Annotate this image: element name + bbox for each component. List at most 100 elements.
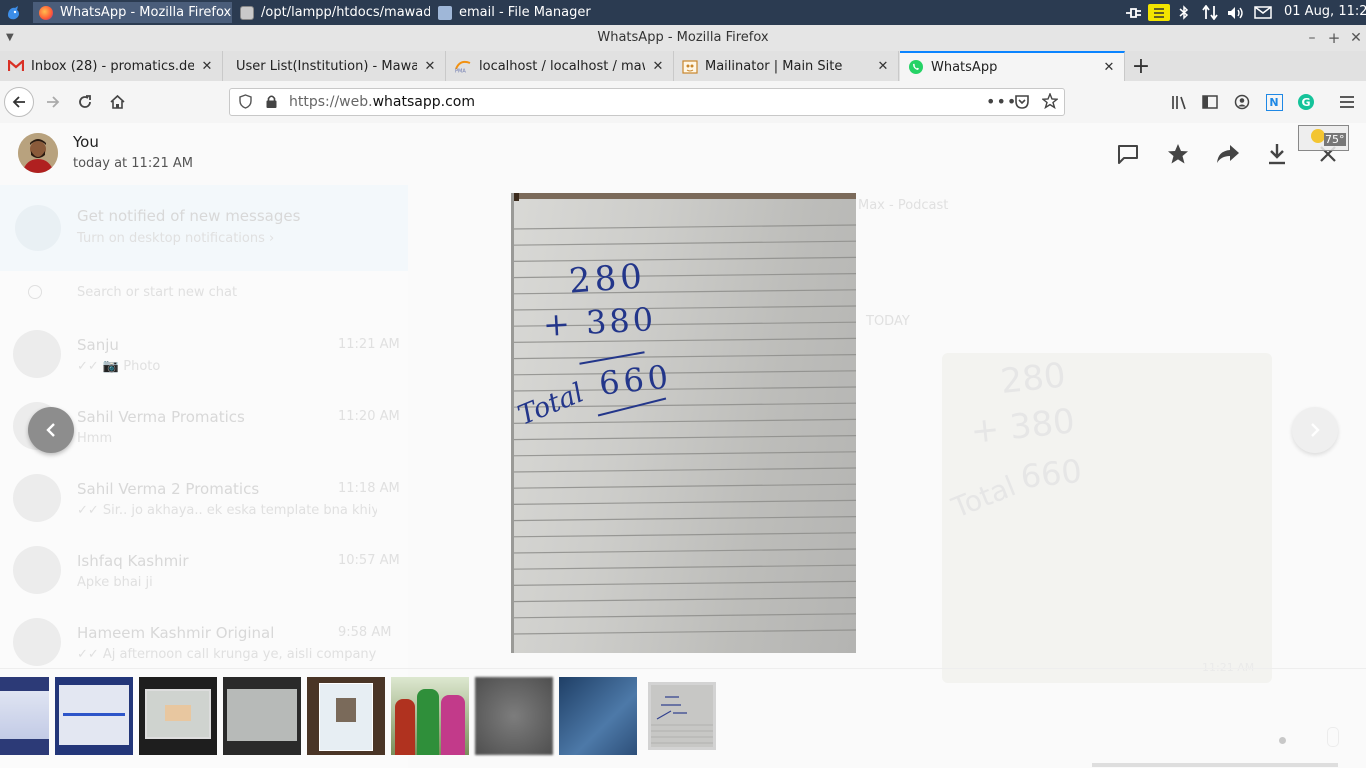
forward-button[interactable] xyxy=(1215,141,1241,167)
start-menu-icon[interactable] xyxy=(4,3,24,22)
close-tab-icon[interactable]: ✕ xyxy=(651,59,665,74)
taskbar-item-firefox[interactable]: WhatsApp - Mozilla Firefox xyxy=(33,2,232,23)
thumbnail-screenshot-1[interactable] xyxy=(0,677,49,755)
notebook-rule-line xyxy=(511,597,856,603)
tab-mailinator[interactable]: Mailinator | Main Site ✕ xyxy=(674,51,899,81)
thumbnail-screenshot-3[interactable] xyxy=(139,677,217,755)
taskbar-item-label: email - File Manager xyxy=(459,5,591,20)
date-badge: TODAY xyxy=(866,314,910,329)
minimize-icon[interactable]: – xyxy=(1305,25,1319,51)
chat-preview: ✓✓ 📷 Photo xyxy=(77,359,161,374)
thumbnail-screenshot-4[interactable] xyxy=(223,677,301,755)
svg-text:+ 380: + 380 xyxy=(969,401,1077,452)
account-button[interactable] xyxy=(1227,87,1257,117)
close-tab-icon[interactable]: ✕ xyxy=(1102,60,1116,75)
volume-icon[interactable] xyxy=(1226,4,1246,21)
tab-phpmyadmin[interactable]: PMA localhost / localhost / mawad ✕ xyxy=(446,51,674,81)
tab-bar: Inbox (28) - promatics.deepak ✕ User Lis… xyxy=(0,51,1366,81)
taskbar-item-editor[interactable]: /opt/lampp/htdocs/mawad_... xyxy=(234,2,430,23)
page-actions-icon[interactable]: ••• xyxy=(986,92,1017,111)
download-button[interactable] xyxy=(1264,141,1290,167)
power-plug-icon[interactable] xyxy=(1124,4,1144,21)
reply-button[interactable] xyxy=(1115,141,1141,167)
notebook-rule-line xyxy=(511,224,856,230)
forward-button[interactable] xyxy=(38,87,68,117)
notebook-rule-line xyxy=(511,532,856,538)
thumbnail-blurred-photo[interactable] xyxy=(475,677,553,755)
plus-icon: + xyxy=(1131,53,1151,79)
thumbnail-screenshot-2[interactable] xyxy=(55,677,133,755)
notebook-rule-line xyxy=(511,451,856,457)
url-prefix: https://web. xyxy=(289,94,373,110)
folder-icon xyxy=(438,5,452,20)
download-icon xyxy=(1269,144,1285,165)
svg-text:Total: Total xyxy=(946,469,1020,524)
thumbnail-group-photo[interactable] xyxy=(391,677,469,755)
tab-label: localhost / localhost / mawad xyxy=(479,58,645,74)
notebook-rule-line xyxy=(511,483,856,489)
library-button[interactable] xyxy=(1164,87,1194,117)
chat-avatar xyxy=(13,330,61,378)
notebook-rule-line xyxy=(511,435,856,441)
grammarly-button[interactable]: G xyxy=(1291,87,1321,117)
mail-icon[interactable] xyxy=(1253,4,1273,21)
back-button[interactable] xyxy=(4,87,34,117)
chat-row: Hameem Kashmir Original 9:58 AM ✓✓ Aj af… xyxy=(0,609,408,669)
next-image-button[interactable] xyxy=(1292,407,1338,453)
network-icon[interactable] xyxy=(1200,4,1220,21)
chat-search-bar: Search or start new chat xyxy=(0,271,408,317)
tab-label: User List(Institution) - Mawad Ma xyxy=(236,58,417,74)
handwritten-number-2: + 380 xyxy=(542,300,657,344)
taskbar-item-label: WhatsApp - Mozilla Firefox xyxy=(60,5,232,20)
close-tab-icon[interactable]: ✕ xyxy=(423,59,437,74)
svg-text:280: 280 xyxy=(999,355,1068,402)
bubble-photo-ghost: 280 + 380 Total 660 xyxy=(946,355,1083,524)
chat-preview: ✓✓ Sir.. jo akhaya.. ek eska template bn… xyxy=(77,503,377,518)
bluetooth-icon[interactable] xyxy=(1176,4,1192,21)
new-tab-button[interactable]: + xyxy=(1128,53,1154,79)
thumbnail-notebook-selected[interactable] xyxy=(648,682,716,750)
close-tab-icon[interactable]: ✕ xyxy=(876,59,890,74)
tab-user-list[interactable]: User List(Institution) - Mawad Ma ✕ xyxy=(223,51,446,81)
star-button[interactable] xyxy=(1165,141,1191,167)
maximize-icon[interactable]: + xyxy=(1327,25,1341,51)
close-window-icon[interactable]: ✕ xyxy=(1349,25,1363,51)
thumbnail-notebook-drawing xyxy=(651,696,713,744)
home-button[interactable] xyxy=(102,87,132,117)
mailinator-icon xyxy=(682,59,698,74)
bookmark-star-icon[interactable] xyxy=(1041,92,1059,113)
sender-name: You xyxy=(73,133,99,151)
chat-time: 11:21 AM xyxy=(338,337,400,352)
close-tab-icon[interactable]: ✕ xyxy=(200,59,214,74)
thumbnail-denim-photo[interactable] xyxy=(559,677,637,755)
pocket-icon[interactable] xyxy=(1014,94,1030,113)
reload-button[interactable] xyxy=(70,87,100,117)
chevron-right-icon xyxy=(1311,423,1320,437)
notebook-rule-line xyxy=(511,613,856,619)
url-domain: whatsapp.com xyxy=(372,94,475,110)
tab-whatsapp[interactable]: WhatsApp ✕ xyxy=(900,51,1125,81)
sidebar-button[interactable] xyxy=(1195,87,1225,117)
notebook-rule-line xyxy=(511,516,856,522)
chat-name: Sahil Verma Promatics xyxy=(77,408,245,426)
account-icon xyxy=(1234,94,1250,110)
tracking-shield-icon[interactable] xyxy=(239,94,252,113)
url-bar[interactable]: https://web.whatsapp.com ••• xyxy=(229,88,1065,116)
extension-n-button[interactable]: N xyxy=(1259,87,1289,117)
tab-gmail[interactable]: Inbox (28) - promatics.deepak ✕ xyxy=(0,51,223,81)
thumbnail-id-card[interactable] xyxy=(307,677,385,755)
notes-icon[interactable] xyxy=(1148,4,1170,21)
chevron-left-icon xyxy=(46,423,55,437)
grammarly-icon: G xyxy=(1298,94,1314,110)
chat-avatar xyxy=(13,546,61,594)
previous-image-button[interactable] xyxy=(28,407,74,453)
weather-badge[interactable]: 75° xyxy=(1298,125,1349,151)
taskbar-item-file-manager[interactable]: email - File Manager xyxy=(432,2,622,23)
menu-button[interactable] xyxy=(1332,87,1362,117)
clock[interactable]: 01 Aug, 11:21 xyxy=(1284,4,1366,19)
chat-name: Ishfaq Kashmir xyxy=(77,552,189,570)
window-menu-chevron-icon[interactable]: ▼ xyxy=(6,25,14,51)
lock-icon[interactable] xyxy=(265,94,278,113)
sender-avatar[interactable] xyxy=(18,133,58,173)
chat-time: 11:20 AM xyxy=(338,409,400,424)
